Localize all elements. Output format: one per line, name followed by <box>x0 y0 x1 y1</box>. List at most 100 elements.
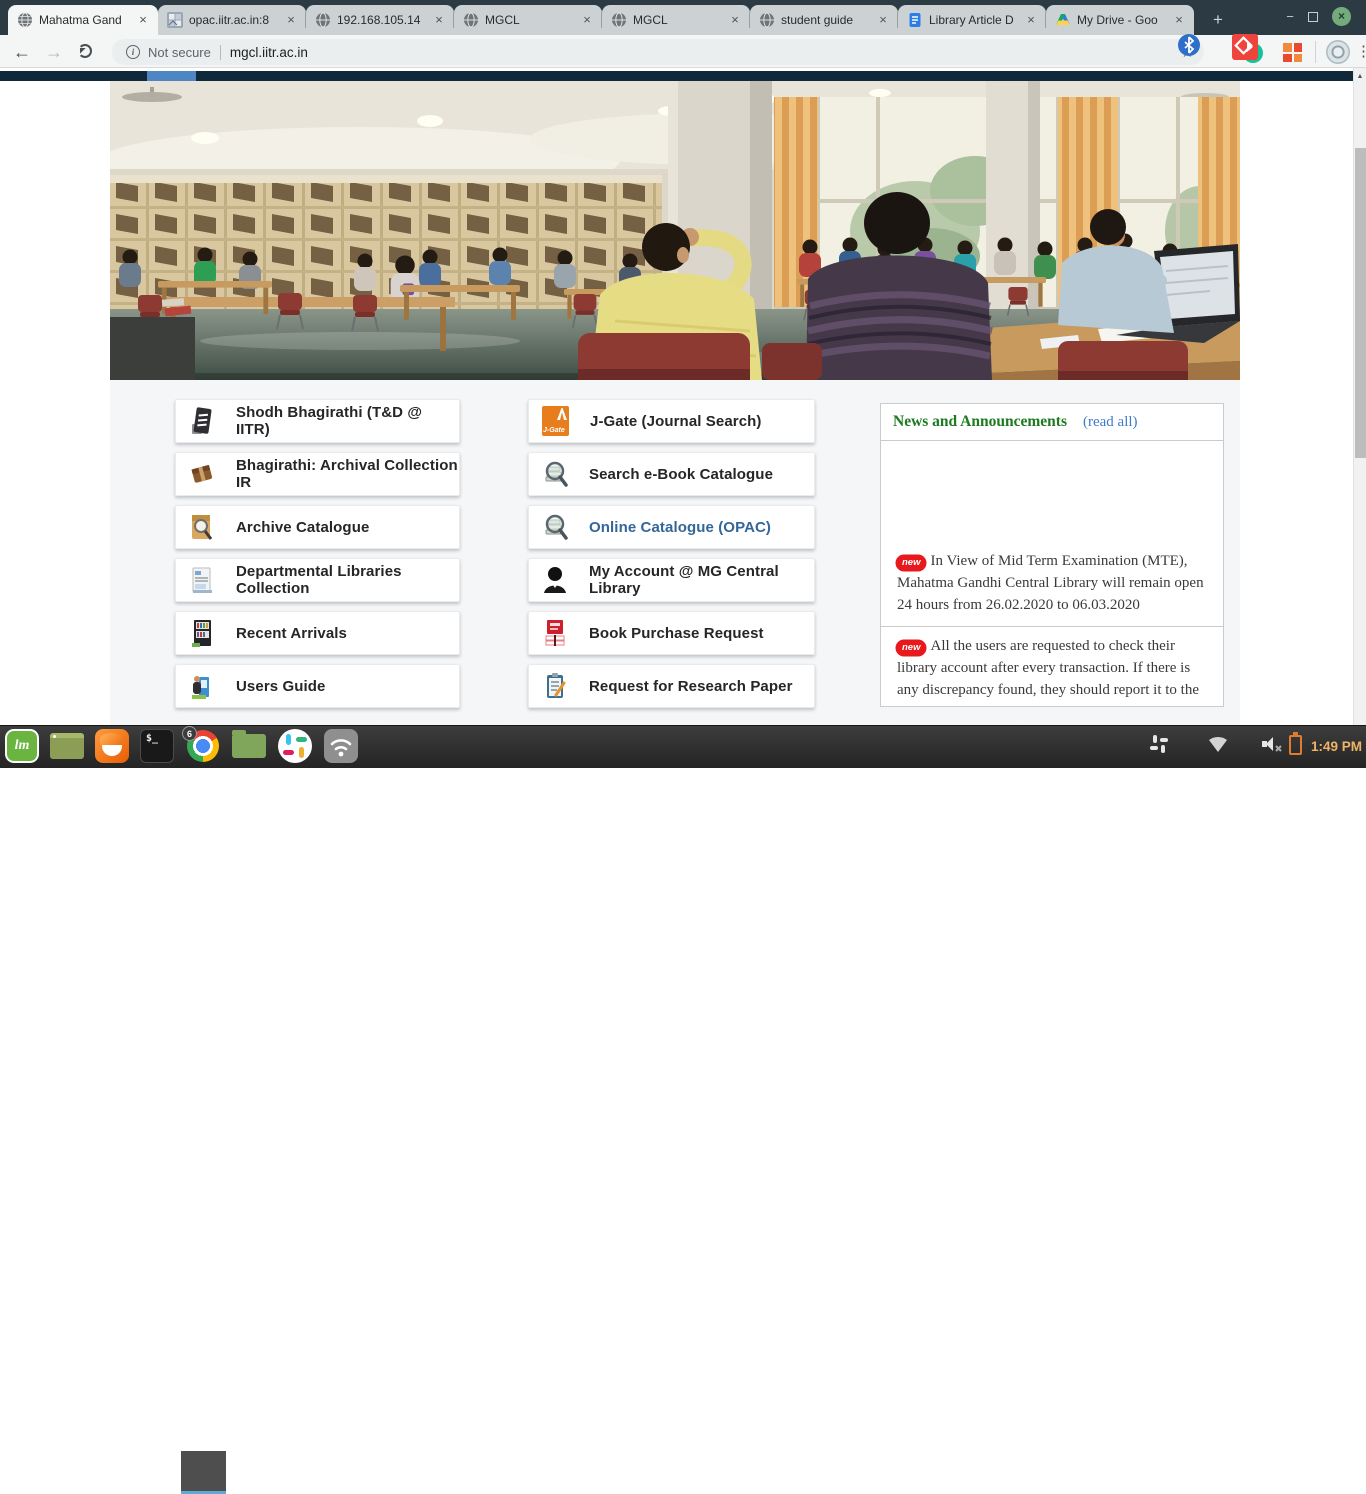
active-app-slot <box>181 1451 226 1494</box>
network-tray-icon[interactable] <box>1206 733 1230 755</box>
guide-kiosk-icon <box>189 671 215 701</box>
link-online-catalogue-opac[interactable]: Online Catalogue (OPAC) <box>528 505 815 549</box>
slack-icon[interactable] <box>278 729 312 763</box>
terminal-icon[interactable]: $_ <box>140 729 174 763</box>
show-desktop-button[interactable] <box>50 733 84 759</box>
info-icon[interactable]: i <box>126 45 140 59</box>
extension-grid-icon[interactable] <box>1283 43 1302 62</box>
tab-mahatma-gandhi-library[interactable]: Mahatma Gand × <box>8 5 158 35</box>
link-archive-catalogue[interactable]: Archive Catalogue <box>175 505 460 549</box>
tab-close-icon[interactable]: × <box>1171 12 1187 28</box>
battery-icon[interactable] <box>1289 735 1302 755</box>
site-nav-active-item[interactable] <box>147 71 196 81</box>
profile-avatar[interactable] <box>1326 40 1350 64</box>
chrome-notification-badge: 6 <box>182 726 197 741</box>
link-label: Book Purchase Request <box>589 625 764 642</box>
tab-ip-address[interactable]: 192.168.105.14 × <box>306 5 454 35</box>
tab-opac[interactable]: opac.iitr.ac.in:8 × <box>158 5 306 35</box>
link-label: Bhagirathi: Archival Collection IR <box>236 457 459 491</box>
read-all-link[interactable]: (read all) <box>1083 414 1138 431</box>
page-scrollbar[interactable]: ▲ <box>1353 68 1366 725</box>
tab-title: student guide <box>781 13 869 27</box>
link-departmental-libraries[interactable]: Departmental Libraries Collection <box>175 558 460 602</box>
refresh-button[interactable] <box>78 44 92 58</box>
link-label: Recent Arrivals <box>236 625 347 642</box>
newspaper-icon <box>189 565 215 595</box>
link-bhagirathi-archival[interactable]: Bhagirathi: Archival Collection IR <box>175 452 460 496</box>
scrollbar-thumb[interactable] <box>1355 148 1366 458</box>
tab-library-article[interactable]: Library Article D × <box>898 5 1046 35</box>
link-label: Departmental Libraries Collection <box>236 563 459 597</box>
back-button[interactable]: ← <box>10 42 34 63</box>
tab-title: My Drive - Goo <box>1077 13 1165 27</box>
window-maximize-button[interactable] <box>1308 12 1318 22</box>
folder-magnifier-icon <box>189 512 215 542</box>
clock[interactable]: 1:49 PM <box>1306 725 1362 768</box>
wifi-glyph <box>324 729 358 763</box>
globe-favicon <box>759 12 775 28</box>
news-title: News and Announcements <box>893 413 1067 431</box>
volume-muted-icon[interactable] <box>1260 733 1284 755</box>
link-shodh-bhagirathi[interactable]: Shodh Bhagirathi (T&D @ IITR) <box>175 399 460 443</box>
network-app-icon[interactable] <box>324 729 358 763</box>
link-label: Archive Catalogue <box>236 519 369 536</box>
menu-button[interactable]: lm <box>5 729 39 763</box>
window-minimize-button[interactable]: − <box>1282 9 1298 24</box>
bookshelf-icon <box>189 618 215 648</box>
firefox-icon[interactable] <box>95 729 129 763</box>
new-badge: new <box>897 641 925 655</box>
link-book-purchase-request[interactable]: Book Purchase Request <box>528 611 815 655</box>
slack-tray-icon[interactable] <box>1148 733 1170 755</box>
files-icon[interactable] <box>232 734 266 758</box>
tab-close-icon[interactable]: × <box>283 12 299 28</box>
address-bar[interactable]: i Not secure mgcl.iitr.ac.in ☆ <box>112 39 1204 65</box>
google-drive-favicon <box>1055 12 1071 28</box>
tab-my-drive[interactable]: My Drive - Goo × <box>1046 5 1194 35</box>
books-magnifier-icon <box>542 459 568 489</box>
toolbar-divider <box>1315 41 1316 63</box>
link-label: Shodh Bhagirathi (T&D @ IITR) <box>236 404 459 438</box>
bluetooth-icon[interactable] <box>1178 34 1200 56</box>
window-close-button[interactable]: × <box>1332 7 1351 26</box>
link-research-paper-request[interactable]: Request for Research Paper <box>528 664 815 708</box>
link-ebook-catalogue[interactable]: Search e-Book Catalogue <box>528 452 815 496</box>
link-my-account[interactable]: My Account @ MG Central Library <box>528 558 815 602</box>
books-magnifier-icon <box>542 512 568 542</box>
link-label: J-Gate (Journal Search) <box>590 413 762 430</box>
anydesk-icon[interactable] <box>1232 34 1258 60</box>
tab-title: 192.168.105.14 <box>337 13 425 27</box>
archive-parcel-icon <box>189 459 215 489</box>
site-nav-bar <box>0 71 1353 81</box>
link-label: Request for Research Paper <box>589 678 793 695</box>
tab-title: opac.iitr.ac.in:8 <box>189 13 277 27</box>
library-photo <box>110 81 1240 380</box>
tab-title: MGCL <box>485 13 573 27</box>
picture-favicon <box>167 12 183 28</box>
tab-close-icon[interactable]: × <box>579 12 595 28</box>
forward-button[interactable]: → <box>42 42 66 63</box>
tab-mgcl-1[interactable]: MGCL × <box>454 5 602 35</box>
tab-close-icon[interactable]: × <box>431 12 447 28</box>
tab-close-icon[interactable]: × <box>875 12 891 28</box>
tab-mgcl-2[interactable]: MGCL × <box>602 5 750 35</box>
tab-close-icon[interactable]: × <box>727 12 743 28</box>
tab-list: Mahatma Gand × opac.iitr.ac.in:8 × 192.1… <box>8 5 1194 35</box>
browser-menu-icon[interactable]: ⋮ <box>1356 42 1366 60</box>
globe-favicon <box>463 12 479 28</box>
tab-student-guide[interactable]: student guide × <box>750 5 898 35</box>
jgate-logo-icon: J-Gate <box>542 406 569 436</box>
thesis-book-icon <box>189 406 215 436</box>
news-header: News and Announcements (read all) <box>881 404 1223 441</box>
red-book-form-icon <box>542 618 568 648</box>
link-jgate[interactable]: J-Gate J-Gate (Journal Search) <box>528 399 815 443</box>
tab-close-icon[interactable]: × <box>1023 12 1039 28</box>
security-label: Not secure <box>148 45 211 60</box>
new-tab-button[interactable]: + <box>1205 8 1231 32</box>
new-badge: new <box>897 556 925 570</box>
url-separator <box>220 45 221 60</box>
scroll-up-arrow[interactable]: ▲ <box>1354 68 1366 80</box>
globe-favicon <box>315 12 331 28</box>
link-recent-arrivals[interactable]: Recent Arrivals <box>175 611 460 655</box>
link-users-guide[interactable]: Users Guide <box>175 664 460 708</box>
tab-close-icon[interactable]: × <box>135 12 151 28</box>
